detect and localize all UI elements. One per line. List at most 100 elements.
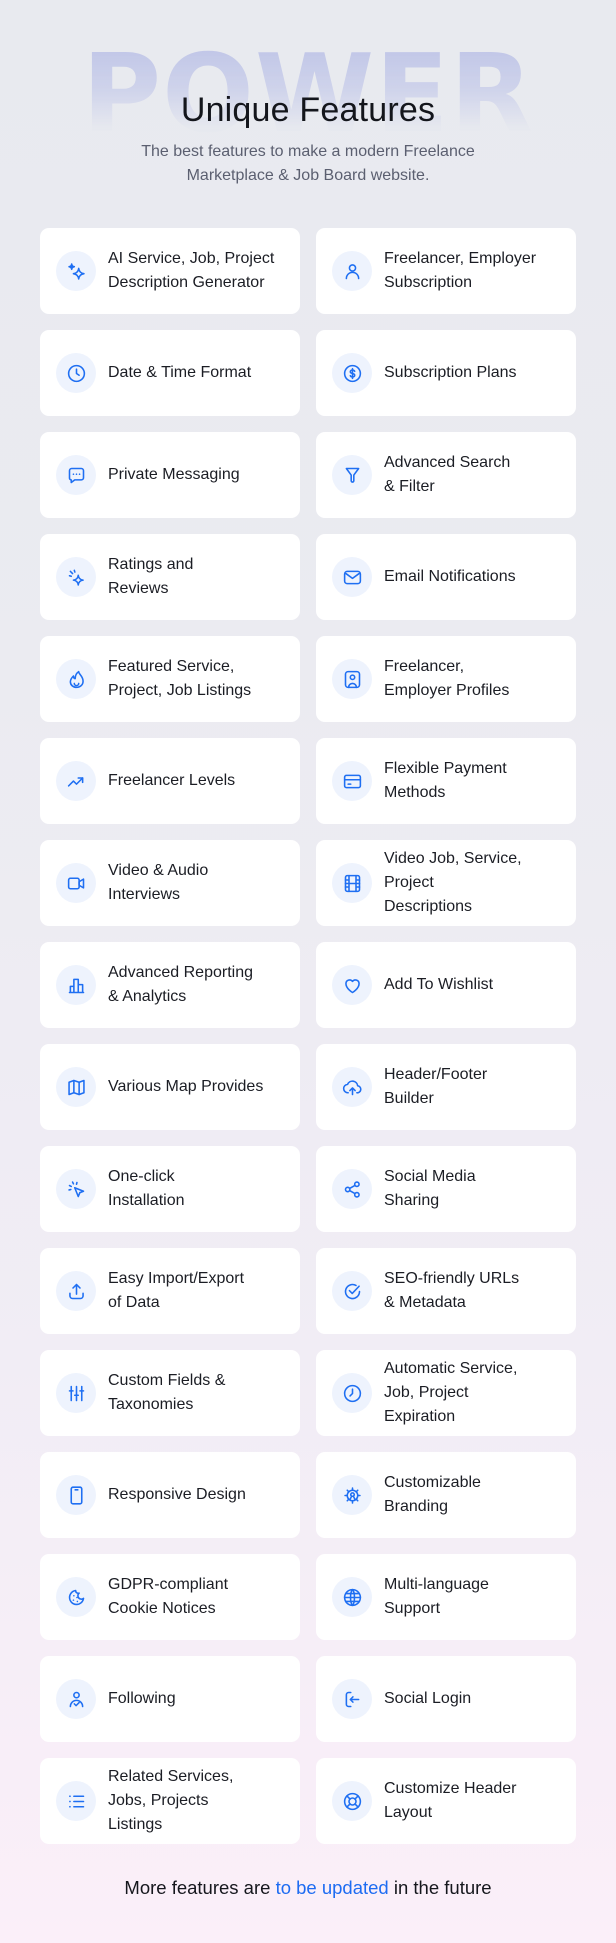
cloud-upload-icon [332,1067,372,1107]
feature-label: Social Login [384,1687,471,1711]
feature-label-line: Description Generator [108,274,265,291]
feature-label-line: Builder [384,1090,434,1107]
check-circle-icon [332,1271,372,1311]
feature-label: Add To Wishlist [384,973,493,997]
feature-card: Add To Wishlist [316,942,576,1028]
feature-label-line: Custom Fields & [108,1372,226,1389]
feature-label-line: Layout [384,1804,433,1821]
user-icon [332,251,372,291]
page-title: Unique Features [180,91,436,129]
feature-label: AI Service, Job, Project Description Gen… [108,247,274,295]
feature-card: Social Login [316,1656,576,1742]
feature-label-line: Social Media [384,1168,476,1185]
trending-up-icon [56,761,96,801]
feature-label-line: Email Notifications [384,568,516,585]
feature-label: Header/Footer Builder [384,1063,487,1111]
feature-card: Email Notifications [316,534,576,620]
feature-label-line: AI Service, Job, Project [108,250,275,267]
feature-label: Email Notifications [384,565,516,589]
feature-label-line: Automatic Service, [384,1360,518,1377]
feature-label-line: Multi-language [384,1576,489,1593]
feature-label: Automatic Service, Job, Project Expirati… [384,1357,517,1429]
feature-card: GDPR-compliant Cookie Notices [40,1554,300,1640]
feature-label: Advanced Search & Filter [384,451,510,499]
smartphone-icon [56,1475,96,1515]
feature-card: Header/Footer Builder [316,1044,576,1130]
feature-card: SEO-friendly URLs & Metadata [316,1248,576,1334]
feature-label-line: Installation [108,1192,185,1209]
feature-label: Social Media Sharing [384,1165,476,1213]
life-buoy-icon [332,1781,372,1821]
share-icon [332,1169,372,1209]
feature-label: Freelancer Levels [108,769,235,793]
feature-label: Private Messaging [108,463,240,487]
feature-card: Ratings and Reviews [40,534,300,620]
feature-card: Advanced Search & Filter [316,432,576,518]
feature-label-line: Subscription [384,274,473,291]
feature-label: Responsive Design [108,1483,246,1507]
feature-label: Multi-language Support [384,1573,489,1621]
clock-icon [56,353,96,393]
user-profile-icon [332,659,372,699]
feature-card: Private Messaging [40,432,300,518]
feature-label-line: Freelancer, Employer [384,250,537,267]
feature-label-line: Ratings and [108,556,194,573]
chat-bubble-icon [56,455,96,495]
feature-label-line: Easy Import/Export [108,1270,245,1287]
feature-card: Video & Audio Interviews [40,840,300,926]
footer-note: More features are to be updated in the f… [0,1874,616,1902]
feature-label-line: Advanced Reporting [108,964,253,981]
feature-card: Various Map Provides [40,1044,300,1130]
page-subtitle: The best features to make a modern Freel… [0,140,616,188]
feature-label: Freelancer, Employer Subscription [384,247,536,295]
feature-card: Social Media Sharing [316,1146,576,1232]
feature-label-line: Methods [384,784,446,801]
feature-label: Following [108,1687,176,1711]
map-icon [56,1067,96,1107]
filter-icon [332,455,372,495]
feature-label: Subscription Plans [384,361,517,385]
feature-label-line: Header/Footer [384,1066,488,1083]
feature-label-line: Flexible Payment [384,760,507,777]
bar-chart-icon [56,965,96,1005]
feature-card: Video Job, Service, Project Descriptions [316,840,576,926]
feature-label-line: Customize Header [384,1780,517,1797]
feature-label: Customize Header Layout [384,1777,517,1825]
feature-label: Video & Audio Interviews [108,859,208,907]
feature-label: Date & Time Format [108,361,251,385]
feature-card: Related Services, Jobs, Projects Listing… [40,1758,300,1844]
globe-icon [332,1577,372,1617]
feature-card: Customize Header Layout [316,1758,576,1844]
feature-label-line: Following [108,1690,176,1707]
feature-label-line: Interviews [108,886,181,903]
clock-expiration-icon [332,1373,372,1413]
gear-icon [332,1475,372,1515]
feature-label-line: Cookie Notices [108,1600,216,1617]
feature-label-line: Sharing [384,1192,440,1209]
envelope-icon [332,557,372,597]
feature-card: Flexible Payment Methods [316,738,576,824]
user-check-icon [56,1679,96,1719]
feature-label-line: Various Map Provides [108,1078,264,1095]
feature-card: Freelancer, Employer Subscription [316,228,576,314]
feature-label-line: Video Job, Service, [384,850,522,867]
heart-icon [332,965,372,1005]
footer-suffix: in the future [393,1877,492,1898]
feature-label-line: Subscription Plans [384,364,517,381]
feature-label-line: Related Services, [108,1768,234,1785]
cursor-click-icon [56,1169,96,1209]
feature-card: Advanced Reporting & Analytics [40,942,300,1028]
feature-label: Advanced Reporting & Analytics [108,961,253,1009]
feature-label-line: Video & Audio [108,862,209,879]
footer-highlight: to be updated [275,1877,389,1898]
video-camera-icon [56,863,96,903]
feature-label: Ratings and Reviews [108,553,193,601]
features-grid: AI Service, Job, Project Description Gen… [40,228,576,1844]
subtitle-line: The best features to make a modern Freel… [141,143,475,160]
feature-label-line: & Filter [384,478,435,495]
feature-label-line: Reviews [108,580,169,597]
feature-label-line: Support [384,1600,441,1617]
feature-card: Featured Service, Project, Job Listings [40,636,300,722]
feature-label-line: of Data [108,1294,160,1311]
sliders-icon [56,1373,96,1413]
